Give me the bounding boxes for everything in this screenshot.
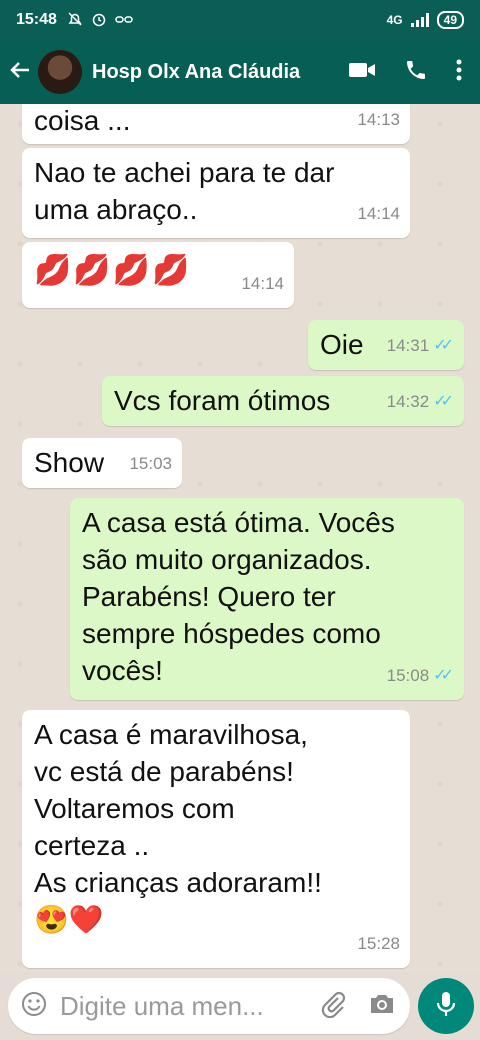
message-bubble[interactable]: Oie 14:31 ✓✓ xyxy=(308,320,464,370)
message-input[interactable]: Digite uma men... xyxy=(60,991,320,1022)
message-text: coisa ... xyxy=(34,105,131,136)
mute-notifications-icon xyxy=(67,11,83,30)
attach-icon[interactable] xyxy=(320,990,346,1023)
video-call-icon[interactable] xyxy=(348,60,376,85)
voice-message-button[interactable] xyxy=(418,978,474,1034)
link-icon xyxy=(115,11,133,30)
network-type: 4G xyxy=(386,13,403,27)
message-time: 15:08 xyxy=(386,666,430,685)
message-bubble[interactable]: Show 15:03 xyxy=(22,438,182,488)
message-time: 14:14 xyxy=(357,204,400,223)
battery-icon: 49 xyxy=(436,11,464,29)
message-bubble[interactable]: A casa é maravilhosa, vc está de parabén… xyxy=(22,710,410,968)
message-time: 14:13 xyxy=(357,110,400,129)
status-time: 15:48 xyxy=(16,11,57,28)
message-text: A casa é maravilhosa, vc está de parabén… xyxy=(34,719,322,935)
message-time: 14:32 xyxy=(386,392,430,411)
read-receipt-icon: ✓✓ xyxy=(433,337,454,354)
status-bar: 15:48 4G 49 xyxy=(0,0,480,40)
message-time: 15:28 xyxy=(357,934,400,953)
message-bubble[interactable]: A casa está ótima. Vocês são muito organ… xyxy=(70,498,464,700)
back-arrow-icon[interactable] xyxy=(2,57,38,88)
microphone-icon xyxy=(435,990,457,1023)
read-receipt-icon: ✓✓ xyxy=(433,393,454,410)
message-text: Nao te achei para te dar uma abraço.. xyxy=(34,157,335,225)
signal-icon xyxy=(410,13,429,27)
message-time: 15:03 xyxy=(129,454,172,473)
chat-messages: coisa ... 14:13 Nao te achei para te dar… xyxy=(0,104,480,972)
voice-call-icon[interactable] xyxy=(404,58,428,87)
message-bubble[interactable]: Nao te achei para te dar uma abraço.. 14… xyxy=(22,148,410,238)
message-composer[interactable]: Digite uma men... xyxy=(8,978,410,1034)
message-bubble[interactable]: 💋💋💋💋 14:14 xyxy=(22,242,294,308)
chat-header: Hosp Olx Ana Cláudia xyxy=(0,40,480,104)
alarm-icon xyxy=(91,11,107,30)
message-time: 14:14 xyxy=(241,274,284,293)
message-bubble[interactable]: Vcs foram ótimos 14:32 ✓✓ xyxy=(102,376,464,426)
more-options-icon[interactable] xyxy=(456,58,462,87)
contact-name[interactable]: Hosp Olx Ana Cláudia xyxy=(92,61,348,84)
battery-level: 49 xyxy=(443,13,457,27)
camera-icon[interactable] xyxy=(368,992,396,1021)
contact-avatar[interactable] xyxy=(38,50,82,94)
emoji-icon[interactable] xyxy=(20,990,48,1023)
message-bubble[interactable]: coisa ... 14:13 xyxy=(22,104,410,144)
message-time: 14:31 xyxy=(386,336,430,355)
read-receipt-icon: ✓✓ xyxy=(433,667,454,684)
